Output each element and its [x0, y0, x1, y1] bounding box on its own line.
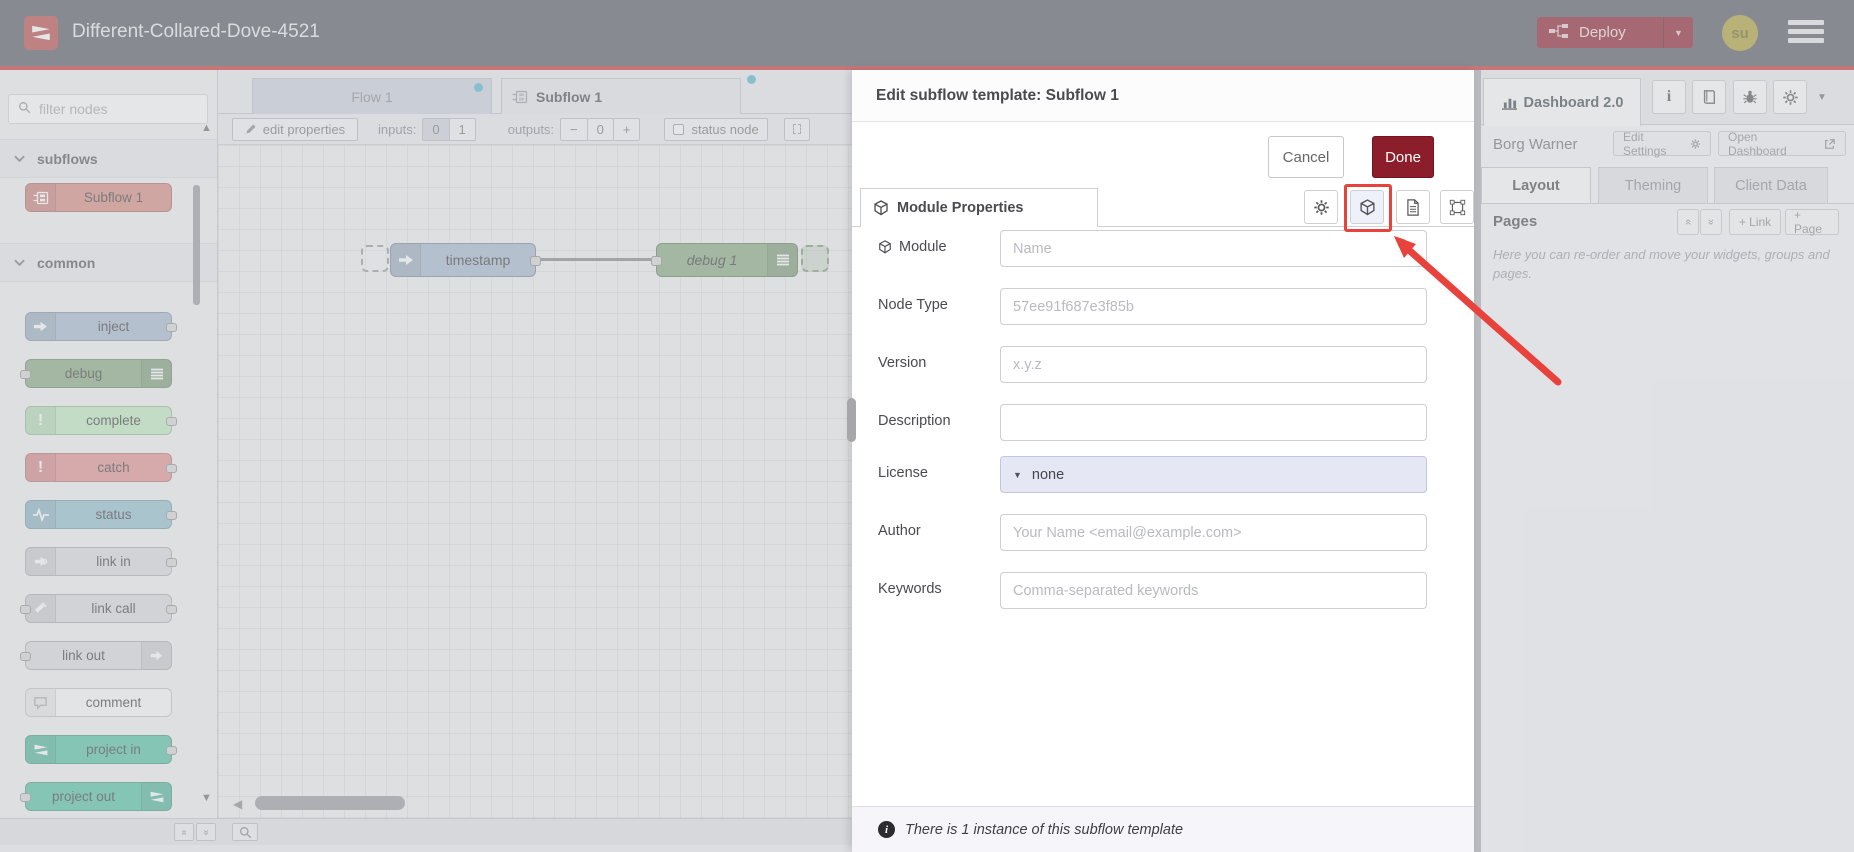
cancel-button[interactable]: Cancel: [1268, 136, 1344, 178]
document-icon: [1407, 198, 1419, 216]
field-row-version: Version: [852, 346, 1474, 383]
version-field-label: Version: [878, 355, 927, 371]
frame-icon: [1449, 199, 1465, 215]
appearance-tab-button[interactable]: [1440, 190, 1474, 224]
description-tab-button[interactable]: [1396, 190, 1430, 224]
field-row-node-type: Node Type: [852, 288, 1474, 325]
gear-icon: [1313, 199, 1329, 215]
description-field-label: Description: [878, 413, 951, 429]
cube-icon: [879, 240, 891, 254]
editor-shade: [0, 0, 852, 852]
license-select[interactable]: ▼ none: [1000, 456, 1427, 493]
editor-shade: [852, 0, 1474, 70]
module-field-label: Module: [878, 239, 947, 255]
info-icon: i: [878, 821, 895, 838]
node-type-field-label: Node Type: [878, 297, 948, 313]
done-button[interactable]: Done: [1372, 136, 1434, 178]
editor-shade: [1474, 0, 1854, 852]
dialog-footer: i There is 1 instance of this subflow te…: [852, 806, 1474, 852]
field-row-license: License ▼ none: [852, 456, 1474, 493]
keywords-field-label: Keywords: [878, 581, 942, 597]
description-input[interactable]: [1000, 404, 1427, 441]
field-row-keywords: Keywords: [852, 572, 1474, 609]
module-properties-tab[interactable]: Module Properties: [860, 188, 1098, 227]
instance-count-text: There is 1 instance of this subflow temp…: [905, 821, 1184, 838]
author-field-label: Author: [878, 523, 921, 539]
cube-icon: [874, 200, 888, 216]
caret-down-icon: ▼: [1013, 469, 1022, 480]
field-row-author: Author: [852, 514, 1474, 551]
version-input[interactable]: [1000, 346, 1427, 383]
dialog-title: Edit subflow template: Subflow 1: [852, 70, 1474, 122]
field-row-module: Module: [852, 230, 1474, 267]
keywords-input[interactable]: [1000, 572, 1427, 609]
edit-properties-tab-button[interactable]: [1304, 190, 1338, 224]
field-row-description: Description: [852, 404, 1474, 441]
annotation-highlight-box: [1344, 184, 1392, 232]
license-field-label: License: [878, 465, 928, 481]
author-input[interactable]: [1000, 514, 1427, 551]
license-value: none: [1031, 466, 1065, 483]
node-type-input[interactable]: [1000, 288, 1427, 325]
module-input[interactable]: [1000, 230, 1427, 267]
